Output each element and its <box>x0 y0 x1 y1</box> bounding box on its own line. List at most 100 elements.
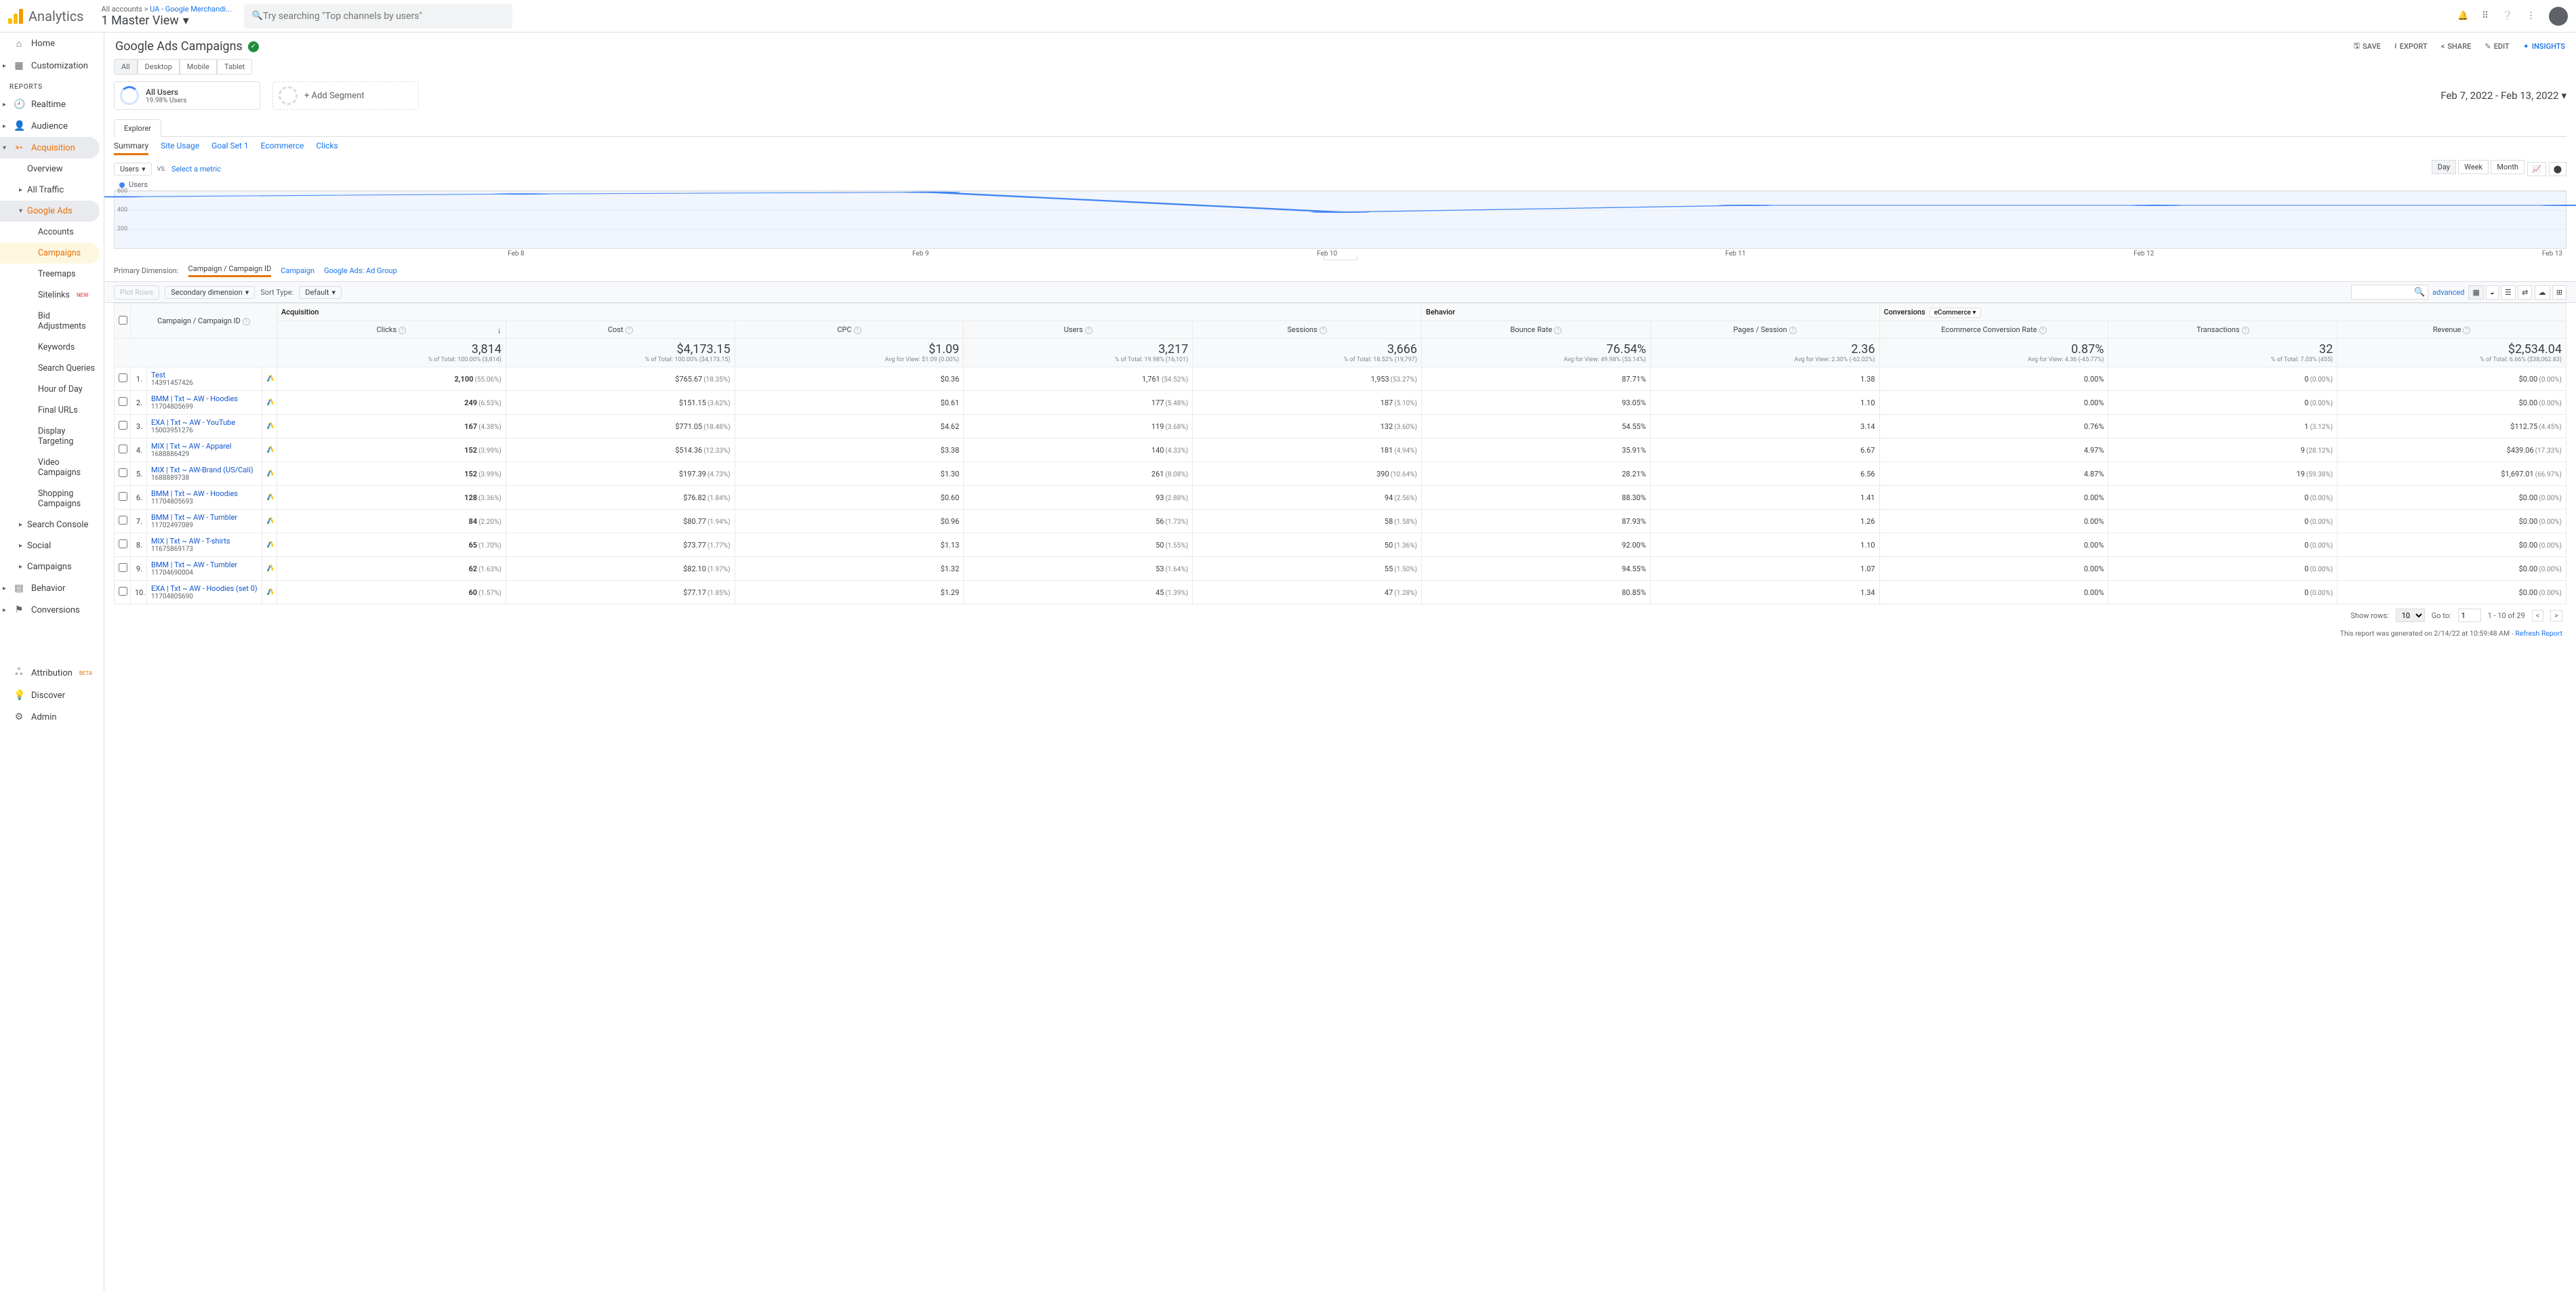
nav-ga-campaigns[interactable]: Campaigns <box>0 243 100 264</box>
table-search[interactable]: 🔍 <box>2351 285 2428 300</box>
campaign-link[interactable]: BMM | Txt ~ AW - Hoodies11704805693 <box>147 486 262 510</box>
row-checkbox[interactable] <box>115 438 131 462</box>
secondary-dim-dropdown[interactable]: Secondary dimension ▾ <box>165 286 255 299</box>
nav-ga-accounts[interactable]: Accounts <box>0 222 104 243</box>
nav-ga-hod[interactable]: Hour of Day <box>0 379 104 400</box>
nav-realtime[interactable]: ▸🕘Realtime <box>0 94 104 115</box>
view-pie-icon[interactable]: ◒ <box>2486 285 2499 300</box>
tab-summary[interactable]: Summary <box>114 141 148 155</box>
row-checkbox[interactable] <box>115 533 131 557</box>
tab-mobile[interactable]: Mobile <box>180 59 217 75</box>
row-checkbox[interactable] <box>115 367 131 391</box>
tab-explorer[interactable]: Explorer <box>114 119 161 137</box>
line-chart[interactable]: 600 400 200 <box>114 190 2567 249</box>
row-checkbox[interactable] <box>115 391 131 415</box>
nav-ga-display[interactable]: Display Targeting <box>0 421 104 452</box>
more-icon[interactable]: ⋮ <box>2527 11 2535 21</box>
chart-type-line-icon[interactable]: 📈 <box>2527 162 2546 176</box>
avatar[interactable] <box>2549 7 2568 26</box>
conversions-dropdown[interactable]: eCommerce ▾ <box>1929 308 1981 318</box>
col-clicks[interactable]: Clicks?↓ <box>277 321 506 339</box>
view-cloud-icon[interactable]: ☁ <box>2535 285 2550 300</box>
nav-audience[interactable]: ▸👤Audience <box>0 115 104 137</box>
nav-ga-searchq[interactable]: Search Queries <box>0 358 104 379</box>
nav-attribution[interactable]: ஃAttribution BETA <box>0 661 104 684</box>
sort-type-dropdown[interactable]: Default ▾ <box>299 286 342 299</box>
nav-ga-video[interactable]: Video Campaigns <box>0 452 104 483</box>
row-checkbox[interactable] <box>115 557 131 581</box>
advanced-link[interactable]: advanced <box>2432 288 2464 297</box>
nav-ga-shopping[interactable]: Shopping Campaigns <box>0 483 104 514</box>
campaign-link[interactable]: BMM | Txt ~ AW - Tumbler11704690004 <box>147 557 262 581</box>
date-range-picker[interactable]: Feb 7, 2022 - Feb 13, 2022 ▾ <box>2440 89 2567 102</box>
nav-all-traffic[interactable]: ▸All Traffic <box>0 180 104 201</box>
gran-month[interactable]: Month <box>2491 160 2524 174</box>
next-page-button[interactable]: > <box>2550 610 2562 621</box>
dim-adgroup[interactable]: Google Ads: Ad Group <box>324 266 397 275</box>
nav-campaigns[interactable]: ▸Campaigns <box>0 556 104 577</box>
tab-clicks[interactable]: Clicks <box>316 141 338 155</box>
save-button[interactable]: 🖫SAVE <box>2354 40 2381 53</box>
prev-page-button[interactable]: < <box>2532 610 2544 621</box>
dim-active[interactable]: Campaign / Campaign ID <box>188 264 272 277</box>
col-cost[interactable]: Cost? <box>506 321 735 339</box>
gran-day[interactable]: Day <box>2432 160 2456 174</box>
tab-tablet[interactable]: Tablet <box>217 59 252 75</box>
nav-ga-bid[interactable]: Bid Adjustments <box>0 306 104 337</box>
nav-conversions[interactable]: ▸⚑Conversions <box>0 599 104 621</box>
nav-google-ads[interactable]: ▾Google Ads <box>0 201 100 222</box>
dim-campaign[interactable]: Campaign <box>281 266 314 275</box>
nav-ga-finalurls[interactable]: Final URLs <box>0 400 104 421</box>
row-checkbox[interactable] <box>115 462 131 486</box>
table-search-input[interactable] <box>2354 288 2414 297</box>
campaign-link[interactable]: BMM | Txt ~ AW - Tumbler11702497089 <box>147 510 262 533</box>
row-checkbox[interactable] <box>115 486 131 510</box>
col-rev[interactable]: Revenue? <box>2337 321 2567 339</box>
share-button[interactable]: <SHARE <box>2441 40 2472 53</box>
nav-home[interactable]: ⌂Home <box>0 33 104 55</box>
nav-behavior[interactable]: ▸▤Behavior <box>0 577 104 599</box>
col-sessions[interactable]: Sessions? <box>1193 321 1422 339</box>
nav-customization[interactable]: ▸▦Customization <box>0 55 104 77</box>
add-segment-button[interactable]: + Add Segment <box>272 81 419 110</box>
rows-select[interactable]: 10 <box>2396 609 2425 622</box>
search-input[interactable] <box>263 11 504 22</box>
campaign-link[interactable]: BMM | Txt ~ AW - Hoodies11704805699 <box>147 391 262 415</box>
gran-week[interactable]: Week <box>2458 160 2489 174</box>
campaign-link[interactable]: MIX | Txt ~ AW - T-shirts11675869173 <box>147 533 262 557</box>
nav-admin[interactable]: ⚙Admin <box>0 706 104 728</box>
row-checkbox[interactable] <box>115 581 131 604</box>
tab-goalset1[interactable]: Goal Set 1 <box>211 141 249 155</box>
chart-collapse-toggle[interactable] <box>1324 255 1357 260</box>
col-ecr[interactable]: Ecommerce Conversion Rate? <box>1879 321 2108 339</box>
export-button[interactable]: ⭳EXPORT <box>2394 40 2428 53</box>
nav-social[interactable]: ▸Social <box>0 535 104 556</box>
edit-button[interactable]: ✎EDIT <box>2485 40 2509 53</box>
view-pivot-icon[interactable]: ⊞ <box>2552 285 2567 300</box>
view-table-icon[interactable]: ▦ <box>2468 285 2483 300</box>
insights-button[interactable]: ✦INSIGHTS <box>2523 40 2565 53</box>
nav-acquisition[interactable]: ▾➳Acquisition <box>0 137 100 159</box>
tab-ecommerce[interactable]: Ecommerce <box>261 141 304 155</box>
metric-dropdown[interactable]: Users ▾ <box>114 163 152 176</box>
tab-desktop[interactable]: Desktop <box>138 59 180 75</box>
view-bars-icon[interactable]: ☰ <box>2501 285 2516 300</box>
row-checkbox[interactable] <box>115 510 131 533</box>
segment-all-users[interactable]: All Users19.98% Users <box>114 81 260 110</box>
nav-ga-keywords[interactable]: Keywords <box>0 337 104 358</box>
goto-input[interactable] <box>2458 609 2481 622</box>
campaign-link[interactable]: Test14391457426 <box>147 367 262 391</box>
col-campaign[interactable]: Campaign / Campaign ID? <box>131 304 277 339</box>
tab-siteusage[interactable]: Site Usage <box>161 141 199 155</box>
row-checkbox[interactable] <box>115 415 131 438</box>
nav-ga-treemaps[interactable]: Treemaps <box>0 264 104 285</box>
view-comparison-icon[interactable]: ⇄ <box>2518 285 2532 300</box>
col-trans[interactable]: Transactions? <box>2108 321 2337 339</box>
search-box[interactable]: 🔍 <box>244 4 512 28</box>
account-selector[interactable]: All accounts > UA - Google Merchandi... … <box>102 5 232 28</box>
analytics-logo[interactable]: Analytics <box>8 8 84 24</box>
checkbox-header[interactable] <box>115 304 131 339</box>
tab-all[interactable]: All <box>114 59 138 75</box>
refresh-report-link[interactable]: Refresh Report <box>2515 629 2562 638</box>
col-cpc[interactable]: CPC? <box>735 321 964 339</box>
